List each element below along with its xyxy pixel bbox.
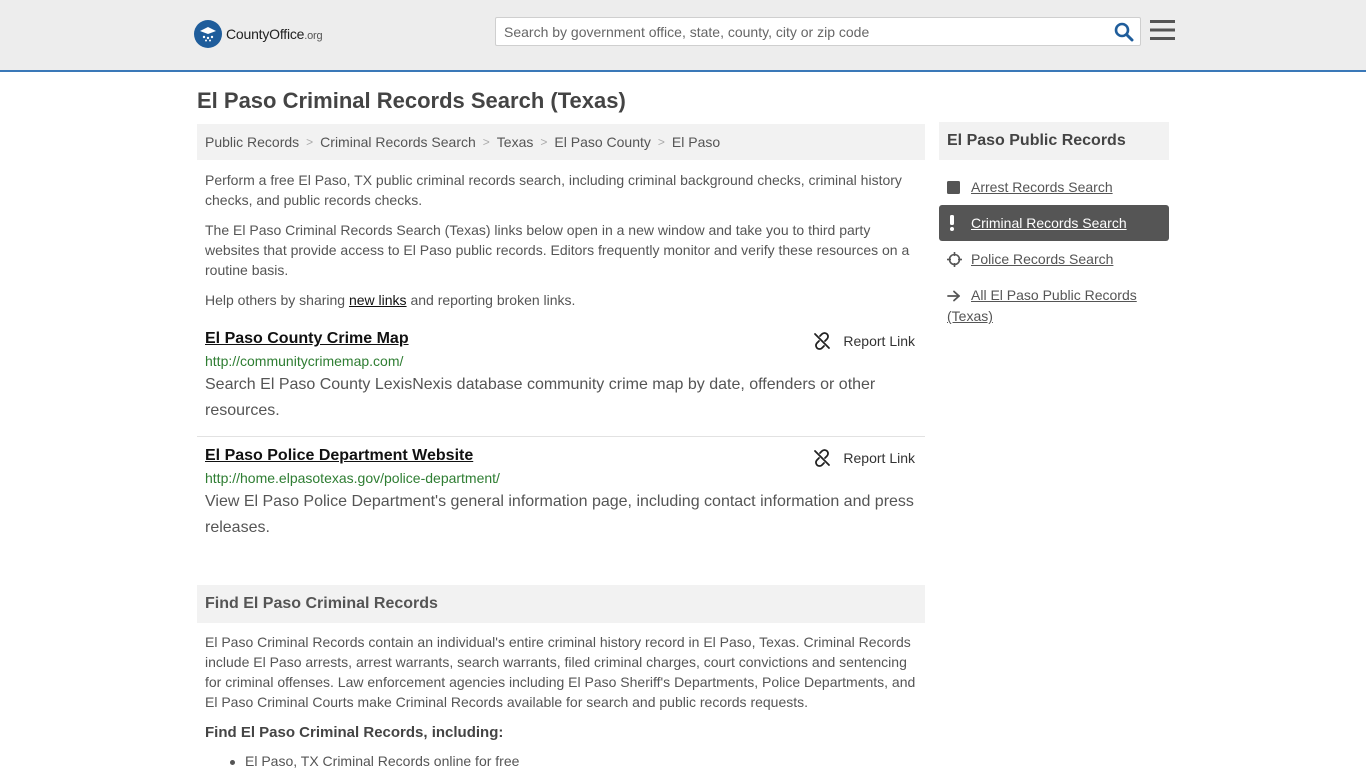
exclamation-icon: [947, 213, 963, 233]
breadcrumb-public-records[interactable]: Public Records: [205, 134, 299, 150]
hamburger-menu-icon[interactable]: [1150, 19, 1175, 41]
sidebar-item-label: All El Paso Public Records (Texas): [947, 287, 1137, 325]
find-records-body: El Paso Criminal Records contain an indi…: [205, 634, 916, 710]
report-link-button[interactable]: Report Link: [813, 449, 915, 467]
intro-p3-before: Help others by sharing: [205, 292, 349, 308]
resource-description: Search El Paso County LexisNexis databas…: [205, 376, 876, 419]
breadcrumb: Public Records > Criminal Records Search…: [197, 124, 925, 160]
arrow-right-icon: [947, 286, 963, 306]
resource-entry: El Paso Police Department Website Report…: [197, 447, 925, 541]
search-box: [495, 17, 1141, 46]
breadcrumb-separator: >: [306, 135, 314, 149]
square-icon: [947, 177, 963, 197]
resource-title-link[interactable]: El Paso Police Department Website: [205, 447, 473, 464]
search-input[interactable]: [496, 18, 1106, 45]
sidebar-heading: El Paso Public Records: [939, 122, 1169, 160]
find-records-list: El Paso, TX Criminal Records online for …: [229, 753, 520, 769]
sidebar-item-label: Arrest Records Search: [971, 179, 1113, 195]
sidebar-item-arrest-records[interactable]: Arrest Records Search: [939, 177, 1169, 197]
breadcrumb-separator: >: [657, 135, 665, 149]
broken-link-icon: [814, 449, 831, 467]
resource-url: http://communitycrimemap.com/: [205, 353, 404, 369]
resource-url: http://home.elpasotexas.gov/police-depar…: [205, 470, 500, 486]
find-records-subheading: Find El Paso Criminal Records, including…: [205, 724, 504, 741]
logo-text-org: .org: [304, 30, 323, 42]
crosshair-icon: [947, 249, 963, 269]
breadcrumb-separator: >: [540, 135, 548, 149]
intro-p3-after: and reporting broken links.: [406, 292, 576, 308]
entry-divider: [197, 436, 925, 437]
sidebar-item-label: Police Records Search: [971, 251, 1114, 267]
sidebar-item-label: Criminal Records Search: [971, 215, 1127, 231]
search-icon[interactable]: [1114, 22, 1134, 42]
logo-seal-icon: [194, 20, 222, 48]
logo-text-main: CountyOffice: [226, 26, 305, 42]
intro-paragraph-1: Perform a free El Paso, TX public crimin…: [205, 172, 902, 208]
report-link-label: Report Link: [843, 450, 915, 466]
breadcrumb-texas[interactable]: Texas: [497, 134, 534, 150]
resource-description: View El Paso Police Department's general…: [205, 493, 914, 536]
breadcrumb-el-paso[interactable]: El Paso: [672, 134, 720, 150]
report-link-label: Report Link: [843, 333, 915, 349]
intro-paragraph-3: Help others by sharing new links and rep…: [205, 290, 917, 310]
site-header: CountyOffice.org: [0, 0, 1366, 72]
resource-title-link[interactable]: El Paso County Crime Map: [205, 330, 409, 347]
breadcrumb-el-paso-county[interactable]: El Paso County: [554, 134, 651, 150]
sidebar-item-police-records[interactable]: Police Records Search: [939, 249, 1169, 269]
sidebar-item-criminal-records[interactable]: Criminal Records Search: [939, 205, 1169, 241]
find-records-heading: Find El Paso Criminal Records: [197, 585, 925, 623]
new-links-link[interactable]: new links: [349, 292, 407, 308]
intro-paragraph-2: The El Paso Criminal Records Search (Tex…: [205, 222, 910, 278]
breadcrumb-criminal-records-search[interactable]: Criminal Records Search: [320, 134, 476, 150]
breadcrumb-separator: >: [482, 135, 490, 149]
sidebar-item-all-public-records[interactable]: All El Paso Public Records (Texas): [939, 285, 1169, 326]
list-item: El Paso, TX Criminal Records online for …: [229, 753, 520, 769]
report-link-button[interactable]: Report Link: [813, 332, 915, 350]
page-title: El Paso Criminal Records Search (Texas): [197, 88, 626, 113]
site-logo[interactable]: CountyOffice.org: [194, 20, 323, 48]
resource-entry: El Paso County Crime Map Report Link htt…: [197, 330, 925, 424]
broken-link-icon: [814, 332, 831, 350]
logo-text: CountyOffice.org: [226, 26, 323, 42]
